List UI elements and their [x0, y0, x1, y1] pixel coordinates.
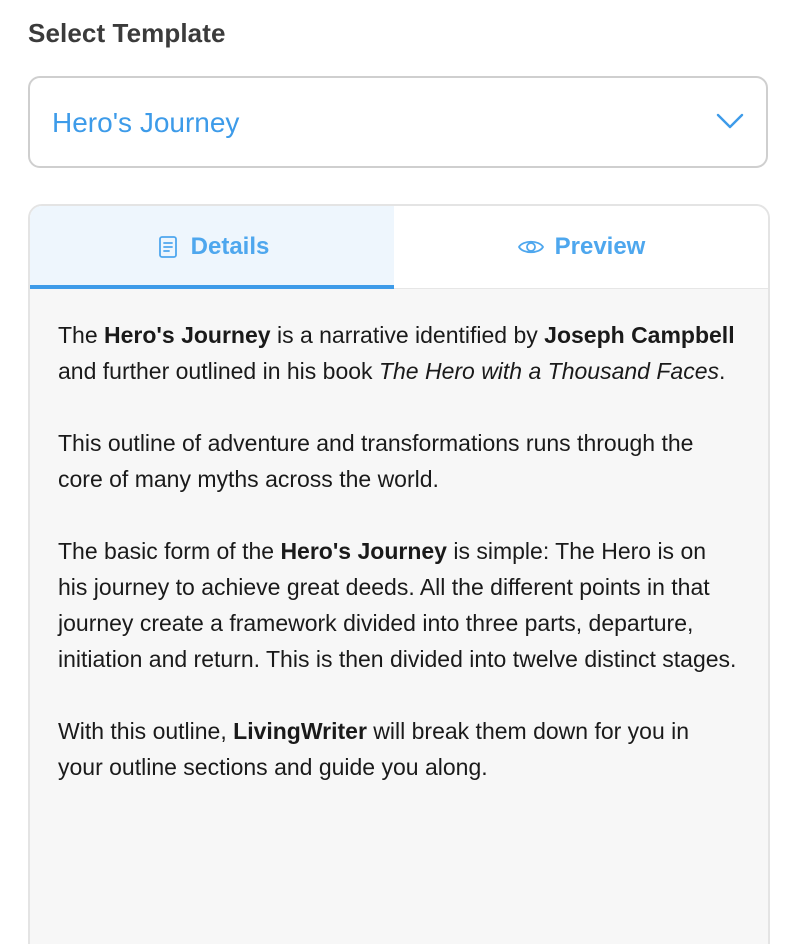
text-fragment: With this outline,: [58, 718, 234, 744]
bold-term-joseph-campbell: Joseph Campbell: [544, 322, 735, 348]
text-fragment: and further outlined in his book: [58, 358, 379, 384]
details-paragraph-4: With this outline, LivingWriter will bre…: [58, 713, 740, 785]
text-fragment: is a narrative identified by: [270, 322, 545, 348]
details-paragraph-3: The basic form of the Hero's Journey is …: [58, 533, 740, 677]
template-dropdown[interactable]: Hero's Journey: [28, 76, 768, 168]
bold-term-livingwriter: LivingWriter: [233, 718, 367, 744]
template-dropdown-value: Hero's Journey: [52, 107, 240, 138]
bold-term-heros-journey: Hero's Journey: [280, 538, 447, 564]
template-selector-page: Select Template Hero's Journey Details P…: [0, 0, 800, 944]
tab-bar: Details Preview: [30, 206, 768, 289]
document-icon: [158, 236, 177, 258]
chevron-down-icon: [716, 113, 744, 129]
bold-term-heros-journey: Hero's Journey: [104, 322, 271, 348]
details-paragraph-1: The Hero's Journey is a narrative identi…: [58, 317, 740, 389]
eye-icon: [517, 240, 544, 254]
tab-details-label: Details: [190, 233, 270, 260]
tab-details[interactable]: Details: [30, 206, 394, 289]
template-info-panel: Details Preview The Hero's Journey is a …: [28, 204, 770, 944]
text-fragment: The: [58, 322, 105, 348]
book-title: The Hero with a Thousand Faces: [378, 358, 719, 384]
details-content: The Hero's Journey is a narrative identi…: [30, 289, 768, 944]
text-fragment: .: [719, 358, 726, 384]
text-fragment: The basic form of the: [58, 538, 281, 564]
details-paragraph-2: This outline of adventure and transforma…: [58, 430, 694, 492]
tab-preview[interactable]: Preview: [394, 206, 768, 288]
select-template-label: Select Template: [28, 18, 226, 48]
tab-preview-label: Preview: [554, 233, 646, 260]
